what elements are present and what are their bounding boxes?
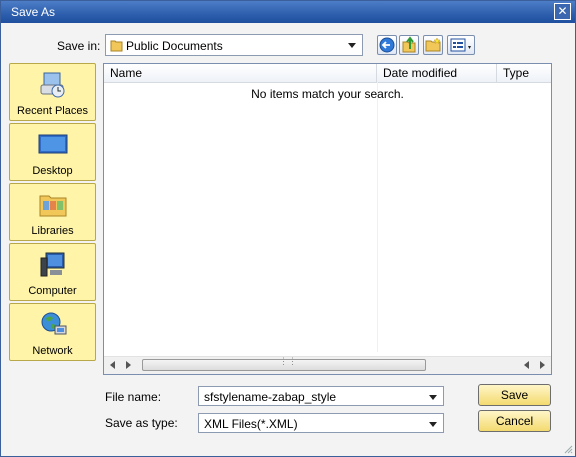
new-folder-icon [425, 37, 441, 52]
scroll-right-icon[interactable] [126, 361, 131, 369]
file-name-label: File name: [105, 390, 162, 404]
chevron-down-icon[interactable] [427, 417, 439, 431]
column-header-name[interactable]: Name [104, 64, 377, 82]
back-arrow-icon [379, 37, 395, 53]
new-folder-button[interactable] [423, 35, 443, 55]
file-name-value: sfstylename-zabap_style [204, 390, 337, 404]
place-label: Libraries [31, 225, 74, 237]
horizontal-scrollbar[interactable]: ⋮⋮ [104, 356, 551, 374]
place-recent-places[interactable]: Recent Places [9, 63, 96, 121]
place-computer[interactable]: Computer [9, 243, 96, 301]
save-as-type-value: XML Files(*.XML) [204, 417, 298, 431]
place-label: Desktop [32, 165, 73, 177]
place-label: Recent Places [17, 105, 88, 117]
empty-message: No items match your search. [251, 87, 404, 101]
save-as-dialog: Save As ✕ Save in: Public Documents Rece… [0, 0, 576, 457]
file-list-header: Name Date modified Type [104, 64, 551, 83]
title-bar[interactable]: Save As ✕ [1, 1, 575, 23]
folder-icon [110, 40, 123, 52]
network-icon [41, 312, 67, 335]
column-header-type[interactable]: Type [497, 64, 551, 82]
computer-icon [40, 252, 65, 277]
resize-grip-icon[interactable] [563, 444, 573, 454]
desktop-icon [38, 134, 68, 154]
save-in-combobox[interactable]: Public Documents [105, 34, 363, 56]
recent-places-icon [40, 72, 65, 98]
save-as-type-select[interactable]: XML Files(*.XML) [198, 413, 444, 433]
place-network[interactable]: Network [9, 303, 96, 361]
view-grid-icon [450, 38, 471, 52]
column-header-date-modified[interactable]: Date modified [377, 64, 497, 82]
save-in-value: Public Documents [126, 39, 223, 53]
place-libraries[interactable]: Libraries [9, 183, 96, 241]
scroll-thumb[interactable]: ⋮⋮ [142, 356, 426, 371]
place-label: Computer [28, 285, 77, 297]
libraries-icon [39, 195, 67, 217]
places-bar: Recent Places Desktop Libraries Computer… [9, 63, 97, 363]
chevron-down-icon[interactable] [346, 38, 358, 52]
window-title: Save As [11, 5, 56, 19]
close-icon: ✕ [557, 4, 568, 18]
back-button[interactable] [377, 35, 397, 55]
grip-icon: ⋮⋮ [279, 356, 297, 366]
place-label: Network [32, 345, 73, 357]
close-button[interactable]: ✕ [554, 3, 571, 20]
scroll-left-icon[interactable] [110, 361, 115, 369]
up-one-level-button[interactable] [399, 35, 419, 55]
place-desktop[interactable]: Desktop [9, 123, 96, 181]
save-button[interactable]: Save [478, 384, 551, 406]
file-list[interactable]: Name Date modified Type No items match y… [103, 63, 552, 375]
view-menu-button[interactable] [447, 35, 475, 55]
scroll-right-icon[interactable] [540, 361, 545, 369]
scroll-left-icon[interactable] [524, 361, 529, 369]
save-as-type-label: Save as type: [105, 416, 178, 430]
file-name-field[interactable]: sfstylename-zabap_style [198, 386, 444, 406]
folder-up-icon [402, 36, 416, 53]
save-in-label: Save in: [57, 39, 101, 53]
column-divider [377, 82, 378, 352]
cancel-button[interactable]: Cancel [478, 410, 551, 432]
chevron-down-icon[interactable] [427, 390, 439, 404]
